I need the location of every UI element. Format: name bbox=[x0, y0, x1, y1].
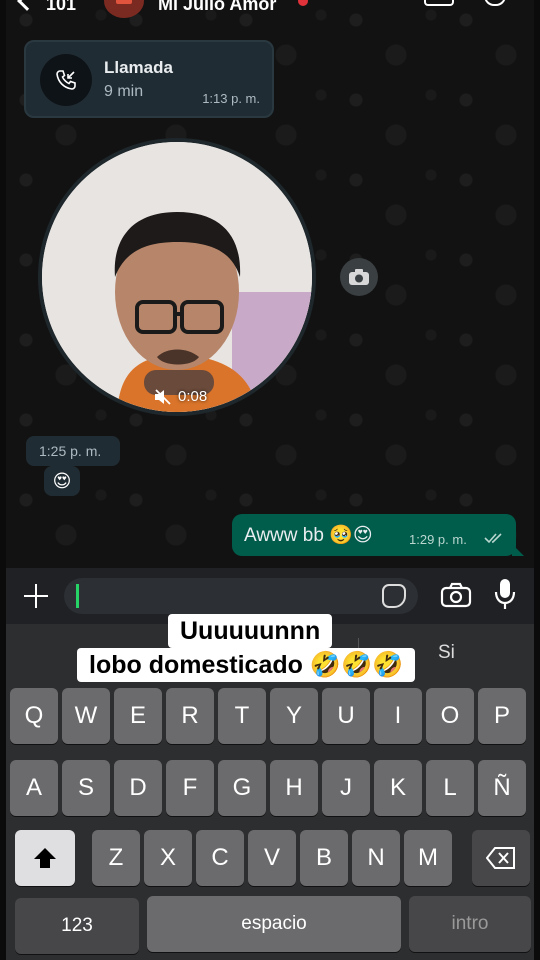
heart-icon bbox=[298, 0, 308, 6]
key[interactable]: C bbox=[196, 830, 244, 886]
key[interactable]: T bbox=[218, 688, 266, 744]
text-cursor bbox=[76, 584, 79, 608]
video-call-icon[interactable] bbox=[424, 0, 454, 6]
shift-arrow-icon bbox=[34, 848, 56, 868]
call-timestamp: 1:13 p. m. bbox=[202, 91, 260, 106]
space-key[interactable]: espacio bbox=[147, 896, 401, 952]
camera-icon[interactable] bbox=[440, 582, 472, 608]
sent-message[interactable]: Awww bb 🥹😍 1:29 p. m. bbox=[232, 514, 524, 556]
received-message-time: 1:25 p. m. bbox=[26, 436, 120, 466]
sent-message-time: 1:29 p. m. bbox=[409, 532, 467, 547]
key[interactable]: K bbox=[374, 760, 422, 816]
key[interactable]: N bbox=[352, 830, 400, 886]
suggestion-word[interactable]: Si bbox=[438, 642, 455, 664]
call-duration: 9 min bbox=[104, 83, 144, 100]
key[interactable]: D bbox=[114, 760, 162, 816]
numbers-key[interactable]: 123 bbox=[15, 898, 139, 954]
sent-message-text: Awww bb 🥹😍 bbox=[244, 525, 373, 546]
key[interactable]: B bbox=[300, 830, 348, 886]
avatar[interactable] bbox=[104, 0, 144, 18]
message-input[interactable] bbox=[64, 578, 418, 614]
key[interactable]: W bbox=[62, 688, 110, 744]
key[interactable]: I bbox=[374, 688, 422, 744]
video-note-thumbnail bbox=[42, 142, 312, 412]
video-duration: 0:08 bbox=[178, 388, 208, 405]
muted-speaker-icon bbox=[155, 389, 171, 405]
key[interactable]: Ñ bbox=[478, 760, 526, 816]
key[interactable]: Z bbox=[92, 830, 140, 886]
key[interactable]: E bbox=[114, 688, 162, 744]
voice-call-icon[interactable] bbox=[484, 0, 506, 6]
key[interactable]: L bbox=[426, 760, 474, 816]
video-note-message[interactable]: 0:08 bbox=[38, 138, 316, 416]
key[interactable]: Y bbox=[270, 688, 318, 744]
backspace-key[interactable] bbox=[472, 830, 530, 886]
backspace-icon bbox=[486, 847, 515, 869]
key[interactable]: X bbox=[144, 830, 192, 886]
key[interactable]: P bbox=[478, 688, 526, 744]
key[interactable]: F bbox=[166, 760, 214, 816]
key[interactable]: O bbox=[426, 688, 474, 744]
key[interactable]: V bbox=[248, 830, 296, 886]
key[interactable]: Q bbox=[10, 688, 58, 744]
received-emoji-message[interactable]: 😍 bbox=[44, 466, 80, 496]
shift-key[interactable] bbox=[15, 830, 75, 886]
call-message[interactable]: Llamada 9 min 1:13 p. m. bbox=[24, 40, 274, 118]
chat-header: 101 Mi Julio Amor bbox=[6, 0, 534, 22]
caption-line-2: lobo domesticado 🤣🤣🤣 bbox=[77, 648, 416, 682]
key[interactable]: U bbox=[322, 688, 370, 744]
camera-icon[interactable] bbox=[340, 258, 378, 296]
unread-count[interactable]: 101 bbox=[46, 0, 76, 15]
double-check-icon bbox=[484, 533, 502, 544]
call-title: Llamada bbox=[104, 58, 173, 77]
key[interactable]: G bbox=[218, 760, 266, 816]
microphone-icon[interactable] bbox=[494, 578, 516, 610]
key[interactable]: M bbox=[404, 830, 452, 886]
key[interactable]: S bbox=[62, 760, 110, 816]
key[interactable]: J bbox=[322, 760, 370, 816]
return-key[interactable]: intro bbox=[409, 896, 531, 952]
attach-plus-icon[interactable] bbox=[24, 584, 48, 608]
incoming-call-icon bbox=[40, 54, 92, 106]
contact-name[interactable]: Mi Julio Amor bbox=[158, 0, 276, 15]
caption-line-1: Uuuuuunnn bbox=[168, 614, 333, 648]
back-arrow-icon[interactable] bbox=[17, 0, 37, 11]
sticker-icon[interactable] bbox=[382, 584, 406, 608]
key[interactable]: R bbox=[166, 688, 214, 744]
key[interactable]: A bbox=[10, 760, 58, 816]
key[interactable]: H bbox=[270, 760, 318, 816]
chat-area[interactable]: 101 Mi Julio Amor Llamada 9 min 1:13 p. … bbox=[6, 0, 534, 568]
